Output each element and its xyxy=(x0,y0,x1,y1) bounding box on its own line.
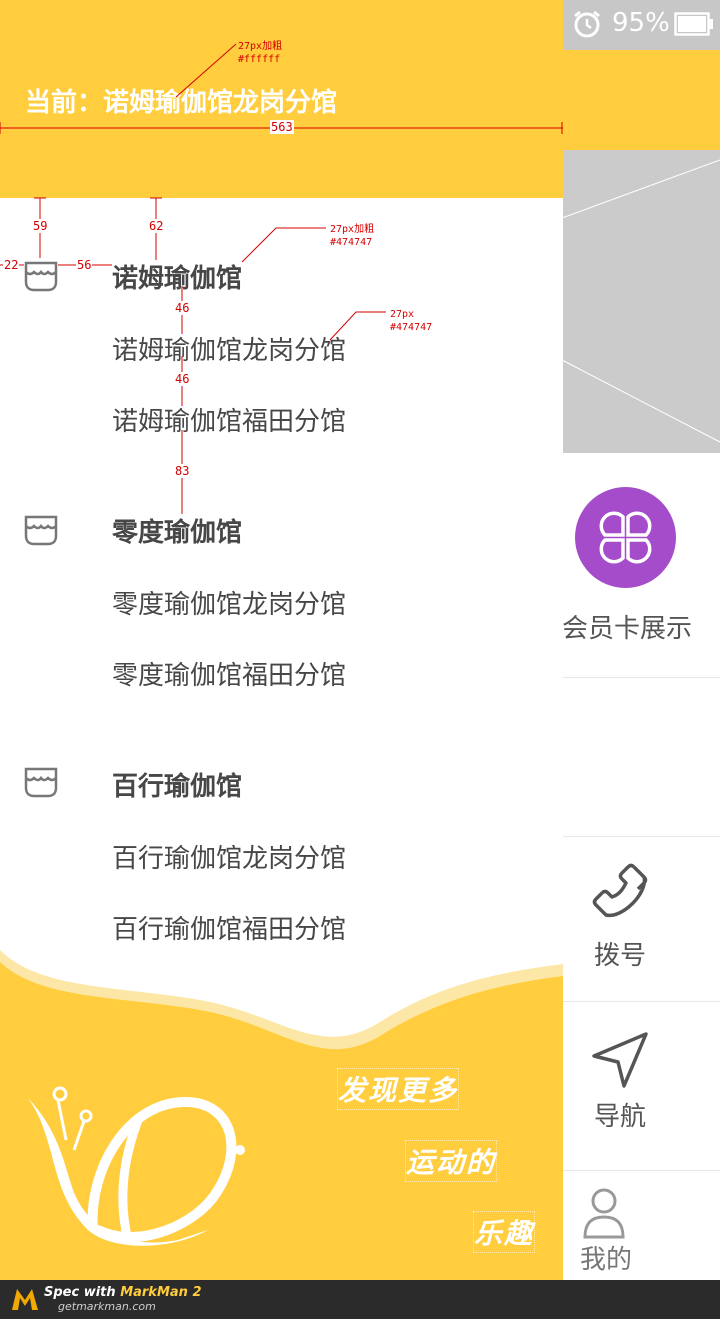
empty-row xyxy=(562,678,720,837)
markman-caption: Spec with MarkMan 2 xyxy=(44,1285,202,1300)
member-card-label: 会员卡展示 xyxy=(562,614,693,644)
dial-button[interactable]: 拨号 xyxy=(562,837,720,1002)
member-card-button[interactable]: 会员卡展示 xyxy=(562,453,720,678)
clover-icon xyxy=(575,487,676,588)
drawer-header: 当前：诺姆瑜伽馆龙岗分馆 xyxy=(0,0,563,198)
annotation-text: #474747 xyxy=(330,237,373,248)
annotation-title-font: 27px加粗 #ffffff xyxy=(238,40,282,66)
drawer-footer: 发现更多 运动的 乐趣 xyxy=(0,950,563,1280)
group-header[interactable]: 零度瑜伽馆 xyxy=(112,512,242,549)
annotation-dimension: 59 xyxy=(32,219,49,233)
snail-logo xyxy=(28,1086,245,1246)
markman-logo-icon xyxy=(12,1289,38,1310)
annotation-text: 27px xyxy=(390,309,415,320)
branch-item[interactable]: 诺姆瑜伽馆福田分馆 xyxy=(112,401,346,438)
banner-image[interactable] xyxy=(561,150,720,453)
status-bar: 95% xyxy=(562,0,720,50)
branch-item[interactable]: 百行瑜伽馆福田分馆 xyxy=(112,909,346,946)
markman-prefix: Spec with xyxy=(44,1285,121,1300)
markman-url: getmarkman.com xyxy=(58,1300,156,1313)
venue-icon xyxy=(24,261,58,292)
group-header[interactable]: 诺姆瑜伽馆 xyxy=(112,258,242,295)
slogan-line-1: 发现更多 xyxy=(337,1068,460,1110)
annotation-text: 27px加粗 xyxy=(238,41,283,52)
annotation-dimension: 46 xyxy=(174,301,191,315)
annotation-text: #474747 xyxy=(390,322,433,333)
annotation-group-font: 27px加粗 #474747 xyxy=(330,223,374,249)
me-label: 我的 xyxy=(579,1245,632,1275)
group-header[interactable]: 百行瑜伽馆 xyxy=(112,766,242,803)
branch-item[interactable]: 零度瑜伽馆福田分馆 xyxy=(112,655,346,692)
dial-label: 拨号 xyxy=(593,941,646,971)
branch-item[interactable]: 诺姆瑜伽馆龙岗分馆 xyxy=(112,330,346,367)
nav-label: 导航 xyxy=(593,1102,646,1132)
image-placeholder-icon xyxy=(561,159,720,443)
annotation-branch-font: 27px #474747 xyxy=(390,308,432,334)
battery-icon xyxy=(674,12,713,36)
venue-icon xyxy=(24,515,58,546)
annotation-dimension: 62 xyxy=(148,219,165,233)
annotation-dimension: 46 xyxy=(174,372,191,386)
me-tab[interactable]: 我的 xyxy=(562,1171,720,1281)
slogan-line-2: 运动的 xyxy=(405,1140,498,1182)
current-branch-title: 当前：诺姆瑜伽馆龙岗分馆 xyxy=(25,88,338,118)
branch-item[interactable]: 百行瑜伽馆龙岗分馆 xyxy=(112,838,346,875)
navigation-button[interactable]: 导航 xyxy=(562,1002,720,1171)
annotation-width: 563 xyxy=(270,120,294,134)
annotation-dimension: 83 xyxy=(174,464,191,478)
user-icon xyxy=(583,1188,625,1239)
alarm-icon xyxy=(574,10,600,38)
header-background xyxy=(562,50,720,150)
annotation-dimension: 22 xyxy=(3,258,20,272)
phone-icon xyxy=(592,863,648,918)
branch-item[interactable]: 零度瑜伽馆龙岗分馆 xyxy=(112,584,346,621)
slogan-line-3: 乐趣 xyxy=(473,1211,536,1253)
annotation-text: #ffffff xyxy=(238,54,281,65)
annotation-dimension: 56 xyxy=(76,258,93,272)
venue-icon xyxy=(24,767,58,798)
markman-watermark-bar: Spec with MarkMan 2 getmarkman.com xyxy=(0,1280,720,1319)
battery-percent: 95% xyxy=(612,8,670,38)
markman-brand: MarkMan 2 xyxy=(120,1285,202,1300)
annotation-text: 27px加粗 xyxy=(330,224,375,235)
navigation-arrow-icon xyxy=(592,1032,648,1088)
